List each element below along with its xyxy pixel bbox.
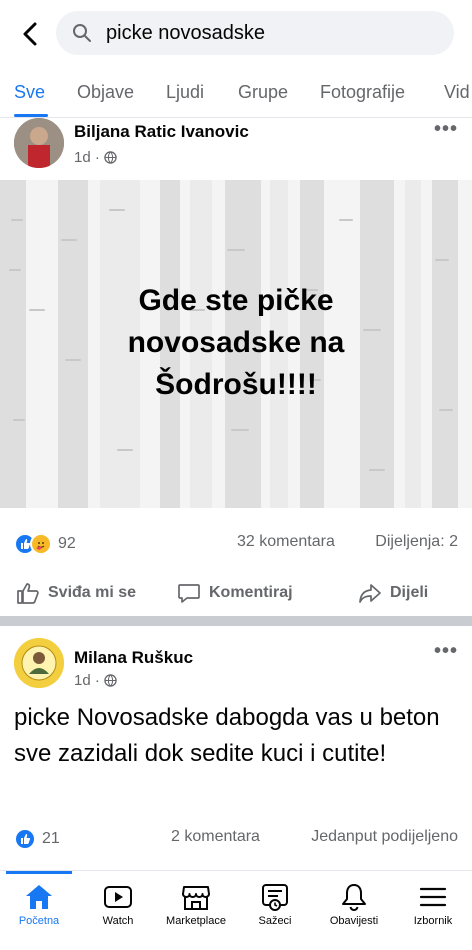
share-button[interactable]: Dijeli	[358, 582, 428, 604]
search-filter-tabs: Sve Objave Ljudi Grupe Fotografije Vid	[0, 70, 472, 118]
nav-notifications[interactable]: Obavijesti	[315, 879, 393, 927]
nav-label: Sažeci	[258, 915, 292, 927]
avatar[interactable]	[14, 638, 64, 688]
post-stats: 92 32 komentara Dijeljenja: 2	[0, 533, 472, 565]
share-icon	[359, 584, 381, 603]
like-reaction-icon	[14, 828, 36, 850]
post-actions: Sviđa mi se Komentiraj Dijeli	[0, 576, 472, 620]
comment-label: Komentiraj	[209, 584, 293, 601]
image-caption-text: Gde ste pičke novosadske na Šodrošu!!!!	[0, 280, 472, 406]
post-time: 1d ·	[74, 672, 100, 689]
thumbs-up-icon	[17, 583, 39, 604]
post-author[interactable]: Biljana Ratic Ivanovic	[74, 122, 249, 142]
search-query[interactable]: picke novosadske	[106, 22, 265, 45]
nav-feeds[interactable]: Sažeci	[236, 879, 314, 927]
post-meta: 1d ·	[74, 149, 117, 166]
feeds-icon	[262, 884, 288, 911]
bell-icon	[342, 884, 366, 912]
reaction-count: 92	[58, 535, 76, 552]
back-button[interactable]	[16, 18, 44, 50]
comment-icon	[178, 584, 200, 603]
like-button[interactable]: Sviđa mi se	[16, 582, 136, 604]
nav-label: Watch	[102, 915, 134, 927]
tab-posts[interactable]: Objave	[77, 82, 134, 103]
tab-groups[interactable]: Grupe	[238, 82, 288, 103]
globe-icon	[104, 151, 117, 164]
reactions-summary[interactable]: 92	[14, 533, 76, 555]
back-arrow-icon	[23, 22, 37, 46]
tab-videos[interactable]: Vid	[444, 82, 470, 103]
share-label: Dijeli	[390, 584, 429, 601]
profile-photo-icon	[14, 638, 64, 688]
like-label: Sviđa mi se	[48, 584, 137, 601]
search-bar[interactable]: picke novosadske	[56, 11, 454, 55]
active-tab-indicator	[14, 114, 48, 117]
more-options-icon[interactable]: •••	[434, 640, 458, 663]
nav-label: Početna	[18, 915, 60, 927]
tab-photos[interactable]: Fotografije	[320, 82, 405, 103]
globe-icon	[104, 674, 117, 687]
share-count[interactable]: Jedanput podijeljeno	[311, 828, 458, 846]
post-author[interactable]: Milana Ruškuc	[74, 648, 193, 668]
bottom-navigation: Početna Watch Marketplace Sažeci Obavije…	[0, 870, 472, 950]
nav-marketplace[interactable]: Marketplace	[157, 879, 235, 927]
image-text-line: Šodrošu!!!!	[155, 368, 317, 401]
more-options-icon[interactable]: •••	[434, 118, 458, 141]
tab-people[interactable]: Ljudi	[166, 82, 204, 103]
nav-menu[interactable]: Izbornik	[394, 879, 472, 927]
profile-photo-icon	[14, 118, 64, 168]
comment-count[interactable]: 32 komentara	[237, 533, 335, 551]
menu-icon	[419, 887, 447, 907]
comment-count[interactable]: 2 komentara	[171, 828, 260, 846]
watch-icon	[104, 886, 132, 908]
post-image[interactable]: Gde ste pičke novosadske na Šodrošu!!!!	[0, 180, 472, 508]
nav-watch[interactable]: Watch	[79, 879, 157, 927]
tab-all[interactable]: Sve	[14, 82, 45, 103]
image-text-line: Gde ste pičke	[138, 284, 334, 317]
post-time: 1d ·	[74, 149, 100, 166]
post-header: Biljana Ratic Ivanovic 1d · •••	[0, 118, 472, 178]
post-text: picke Novosadske dabogda vas u beton sve…	[14, 704, 440, 767]
reactions-summary[interactable]: 21	[14, 828, 60, 850]
avatar[interactable]	[14, 118, 64, 168]
post-meta: 1d ·	[74, 672, 117, 689]
home-icon	[26, 885, 52, 909]
nav-home[interactable]: Početna	[0, 879, 78, 927]
feed-divider	[0, 616, 472, 626]
post-stats: 21 2 komentara Jedanput podijeljeno	[0, 828, 472, 860]
care-reaction-icon	[30, 533, 52, 555]
share-count[interactable]: Dijeljenja: 2	[375, 533, 458, 551]
nav-label: Izbornik	[413, 915, 453, 927]
post-header: Milana Ruškuc 1d · •••	[0, 638, 472, 698]
image-text-line: novosadske na	[127, 326, 345, 359]
reaction-count: 21	[42, 830, 60, 847]
marketplace-icon	[182, 886, 210, 910]
search-icon	[73, 24, 91, 42]
nav-label: Obavijesti	[329, 915, 379, 927]
active-nav-indicator	[6, 871, 72, 874]
search-header: picke novosadske	[0, 0, 472, 70]
nav-label: Marketplace	[166, 915, 226, 927]
comment-button[interactable]: Komentiraj	[177, 582, 293, 604]
